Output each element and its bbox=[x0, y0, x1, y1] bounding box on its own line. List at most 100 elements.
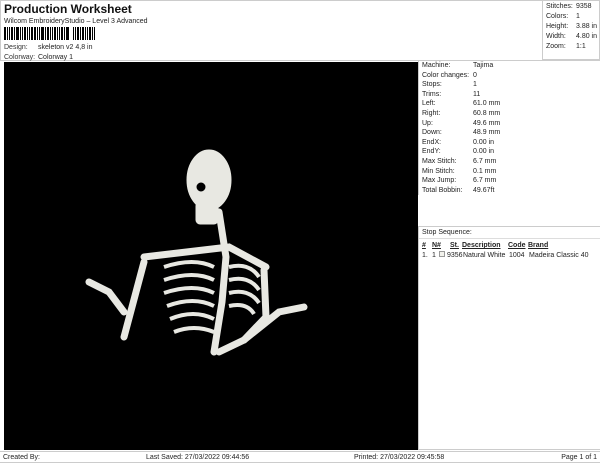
software-subtitle: Wilcom EmbroideryStudio – Level 3 Advanc… bbox=[4, 18, 148, 25]
barcode-bar bbox=[66, 27, 69, 40]
barcode-bar bbox=[31, 27, 33, 40]
info-value: 49.6 mm bbox=[473, 119, 501, 127]
info-value: 49.67ft bbox=[473, 186, 495, 194]
summary-row: Width: 4.80 in bbox=[546, 32, 597, 42]
barcode-bar bbox=[41, 27, 44, 40]
barcode-bar bbox=[39, 27, 40, 40]
info-row: Machine: Tajima bbox=[422, 61, 597, 71]
design-preview bbox=[4, 62, 418, 450]
info-value: 6.7 mm bbox=[473, 157, 497, 165]
col-n: N# bbox=[432, 242, 441, 249]
barcode-bar bbox=[29, 27, 30, 40]
summary-label: Width: bbox=[546, 33, 566, 40]
barcode-bar bbox=[87, 27, 88, 40]
barcode bbox=[4, 27, 154, 41]
design-row: Design: skeleton v2 4,8 in bbox=[4, 44, 92, 51]
info-row: Max Stitch: 6.7 mm bbox=[422, 157, 597, 167]
stop-table-header: # N# St. Description Code Brand bbox=[422, 241, 597, 251]
summary-row: Colors: 1 bbox=[546, 12, 597, 22]
design-label: Design: bbox=[4, 44, 28, 51]
info-row: Color changes: 0 bbox=[422, 71, 597, 81]
barcode-bar bbox=[89, 27, 91, 40]
summary-label: Stitches: bbox=[546, 3, 573, 10]
col-brand: Brand bbox=[528, 242, 549, 249]
thread-brand: Madeira Classic 40 bbox=[529, 252, 589, 259]
created-by: Created By: bbox=[3, 454, 40, 461]
info-label: Left: bbox=[422, 100, 436, 108]
info-label: Min Stitch: bbox=[422, 167, 455, 175]
color-swatch bbox=[439, 251, 445, 257]
info-row: Min Stitch: 0.1 mm bbox=[422, 167, 597, 177]
barcode-bar bbox=[47, 27, 49, 40]
info-row: Max Jump: 6.7 mm bbox=[422, 176, 597, 186]
barcode-bar bbox=[11, 27, 13, 40]
col-code: Code bbox=[508, 242, 526, 249]
colorway-value: Colorway 1 bbox=[38, 54, 74, 61]
info-label: Trims: bbox=[422, 90, 442, 98]
info-value: 11 bbox=[473, 90, 481, 98]
barcode-bar bbox=[52, 27, 53, 40]
summary-label: Zoom: bbox=[546, 43, 566, 50]
stop-num: 1. bbox=[422, 252, 428, 259]
info-value: 48.9 mm bbox=[473, 129, 501, 137]
info-value: 61.0 mm bbox=[473, 100, 501, 108]
info-row: Total Bobbin: 49.67ft bbox=[422, 186, 597, 196]
info-value: 0 bbox=[473, 71, 477, 79]
col-num: # bbox=[422, 242, 426, 249]
barcode-bar bbox=[92, 27, 93, 40]
summary-value: 4.80 in bbox=[575, 33, 598, 40]
barcode-bar bbox=[77, 27, 79, 40]
col-description: Description bbox=[462, 242, 501, 249]
barcode-bar bbox=[34, 27, 36, 40]
footer: Created By: Last Saved: 27/03/2022 09:44… bbox=[0, 451, 600, 463]
summary-label: Colors: bbox=[546, 13, 569, 20]
barcode-bar bbox=[7, 27, 8, 40]
info-label: Max Stitch: bbox=[422, 157, 457, 165]
info-label: EndX: bbox=[422, 138, 442, 146]
last-saved: Last Saved: 27/03/2022 09:44:56 bbox=[146, 454, 250, 461]
info-label: Down: bbox=[422, 129, 442, 137]
summary-row: Height: 3.88 in bbox=[546, 22, 597, 32]
needle-num: 1 bbox=[432, 252, 436, 259]
barcode-bar bbox=[61, 27, 63, 40]
barcode-bar bbox=[57, 27, 58, 40]
barcode-bar bbox=[82, 27, 84, 40]
stop-sequence-panel: Stop Sequence: # N# St. Description Code… bbox=[418, 226, 600, 450]
info-label: Total Bobbin: bbox=[422, 186, 463, 194]
barcode-bar bbox=[45, 27, 46, 40]
col-st: St. bbox=[450, 242, 459, 249]
info-label: EndY: bbox=[422, 148, 441, 156]
barcode-bar bbox=[54, 27, 56, 40]
barcode-bar bbox=[73, 27, 74, 40]
stitch-count: 9356 bbox=[447, 252, 463, 259]
page-title: Production Worksheet bbox=[4, 2, 132, 16]
info-value: Tajima bbox=[473, 62, 494, 69]
barcode-bar bbox=[80, 27, 81, 40]
info-label: Max Jump: bbox=[422, 177, 457, 185]
info-value: 1 bbox=[473, 81, 477, 89]
summary-value: 1 bbox=[576, 13, 580, 20]
summary-value: 9358 bbox=[576, 3, 592, 10]
colorway-row: Colorway: Colorway 1 bbox=[4, 54, 73, 61]
design-value: skeleton v2 4,8 in bbox=[38, 44, 93, 51]
colorway-label: Colorway: bbox=[4, 54, 36, 61]
thread-description: Natural White bbox=[463, 252, 506, 259]
barcode-bar bbox=[27, 27, 28, 40]
barcode-bar bbox=[64, 27, 65, 40]
info-row: Up: 49.6 mm bbox=[422, 119, 597, 129]
barcode-bar bbox=[9, 27, 10, 40]
machine-info-panel: Machine: Tajima Color changes: 0 Stops: 1 Trim… bbox=[418, 61, 600, 196]
barcode-bar bbox=[75, 27, 76, 40]
barcode-bar bbox=[24, 27, 26, 40]
info-value: 6.7 mm bbox=[473, 177, 497, 185]
table-row: 1. 1 9356 Natural White 1004 Madeira Cla… bbox=[422, 251, 597, 261]
info-row: Trims: 11 bbox=[422, 90, 597, 100]
stop-sequence-title: Stop Sequence: bbox=[419, 228, 600, 239]
barcode-bar bbox=[37, 27, 38, 40]
info-row: Down: 48.9 mm bbox=[422, 128, 597, 138]
info-value: 60.8 mm bbox=[473, 109, 501, 117]
info-label: Stops: bbox=[422, 81, 442, 89]
info-label: Right: bbox=[422, 109, 441, 117]
barcode-bar bbox=[4, 27, 6, 40]
barcode-bar bbox=[16, 27, 19, 40]
